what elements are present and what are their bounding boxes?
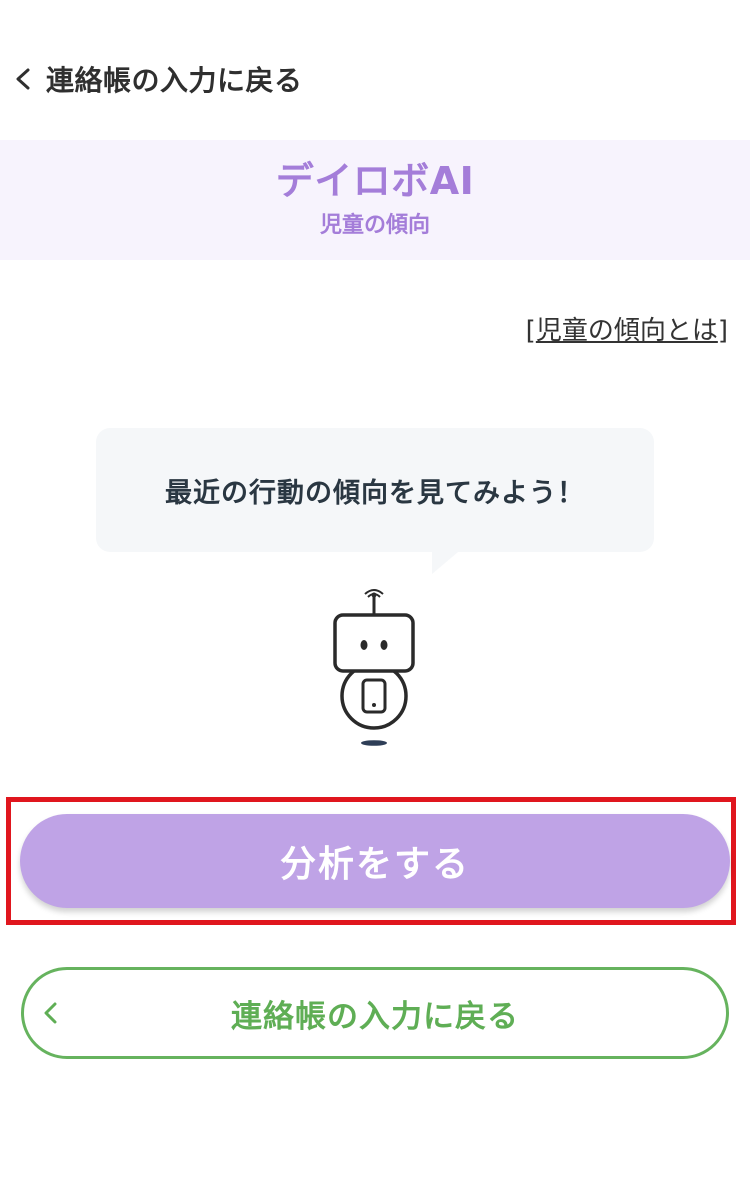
header-back-label: 連絡帳の入力に戻る <box>46 64 303 97</box>
chevron-left-icon <box>16 68 30 90</box>
hero-banner: デイロボAI 児童の傾向 <box>0 140 750 260</box>
help-link[interactable]: [児童の傾向とは] <box>526 310 728 347</box>
page-title: デイロボAI <box>275 159 475 204</box>
return-button-label: 連絡帳の入力に戻る <box>231 998 519 1035</box>
page-subtitle: 児童の傾向 <box>319 212 430 238</box>
analyze-button[interactable]: 分析をする <box>20 814 730 908</box>
analyze-button-label: 分析をする <box>279 844 470 885</box>
robot-icon <box>333 589 415 746</box>
header-back-link[interactable]: 連絡帳の入力に戻る <box>12 54 303 104</box>
speech-bubble-text: 最近の行動の傾向を見てみよう！ <box>165 477 585 509</box>
speech-bubble: 最近の行動の傾向を見てみよう！ <box>96 428 654 574</box>
help-bracket-close: ] <box>717 316 728 346</box>
top-bar: 連絡帳の入力に戻る <box>0 0 750 140</box>
help-bracket-open: [ <box>525 316 536 346</box>
help-link-text[interactable]: 児童の傾向とは <box>536 316 718 346</box>
chevron-left-icon <box>44 1002 57 1024</box>
return-to-notebook-button[interactable]: 連絡帳の入力に戻る <box>21 967 729 1059</box>
